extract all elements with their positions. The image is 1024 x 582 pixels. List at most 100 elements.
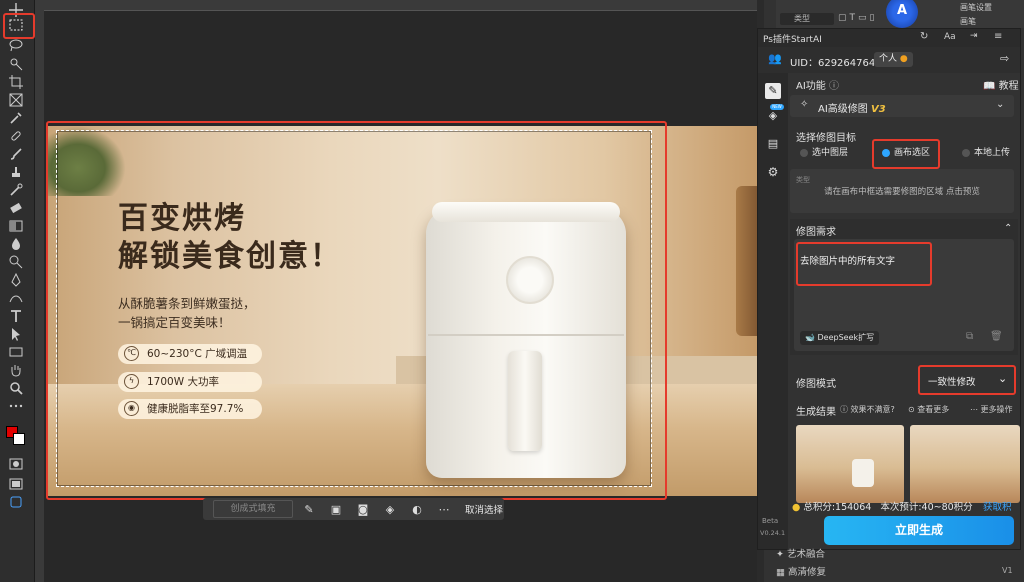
history-brush-tool-icon[interactable]	[8, 182, 26, 198]
dodge-tool-icon[interactable]	[8, 254, 26, 270]
tutorial-link[interactable]: 📖 教程	[983, 77, 1019, 92]
target-preview-area[interactable]: 类型 请在画布中框选需要修图的区域 点击预览	[790, 169, 1014, 213]
mask-icon[interactable]: ◙	[352, 503, 374, 516]
more-options-icon[interactable]: ⋯	[433, 503, 455, 516]
gradient-tool-icon[interactable]	[8, 218, 26, 234]
version-label: V0.24.1	[760, 529, 786, 537]
more-tools-icon[interactable]	[8, 398, 26, 414]
history-icon[interactable]: ⧉	[966, 331, 973, 342]
uid-label: UID：629264764	[790, 58, 876, 69]
background-color-swatch[interactable]	[13, 433, 25, 445]
plugin-title-bar: Ps插件StartAI ↻ Aa ⇥ ≡	[758, 29, 1020, 47]
clone-stamp-tool-icon[interactable]	[8, 164, 26, 180]
select-mask-icon[interactable]: ▣	[325, 503, 347, 516]
target-option-upload[interactable]: 本地上传	[960, 145, 1010, 161]
target-hint: 请在画布中框选需要修图的区域 点击预览	[824, 187, 980, 197]
generative-fill-button[interactable]: 创成式填充	[213, 500, 293, 518]
chevron-down-icon: ⌄	[996, 99, 1005, 110]
hd-repair-badge: V1	[1002, 566, 1013, 575]
menu-icon[interactable]: ≡	[994, 31, 1002, 42]
type-tool-icon[interactable]	[8, 308, 26, 324]
result-thumbnail-1[interactable]	[796, 425, 904, 503]
curvature-pen-tool-icon[interactable]	[8, 290, 26, 306]
brush-tool-icon[interactable]	[8, 146, 26, 162]
quick-mask-icon[interactable]	[8, 456, 26, 472]
path-selection-tool-icon[interactable]	[8, 326, 26, 342]
hand-tool-icon[interactable]	[8, 362, 26, 378]
top-ruler	[35, 0, 757, 11]
deepseek-expand-button[interactable]: 🐋 DeepSeek扩写	[800, 331, 880, 345]
sparkle-icon: ✧	[800, 99, 809, 110]
rectangle-tool-icon[interactable]	[8, 344, 26, 360]
layer-filter-select[interactable]: 类型	[780, 13, 834, 25]
sparkle-item-icon: ✦	[776, 549, 787, 560]
collapse-chevron-icon[interactable]: ⌃	[1004, 223, 1012, 234]
thumb-fryer	[852, 459, 874, 487]
font-size-icon[interactable]: Aa	[944, 32, 956, 42]
contextual-task-bar: 创成式填充 ✎ ▣ ◙ ◈ ◐ ⋯ 取消选择	[203, 498, 504, 520]
results-label: 生成结果	[796, 407, 836, 418]
edit-tab-icon[interactable]: ✎	[765, 83, 781, 99]
frame-tool-icon[interactable]	[8, 92, 26, 108]
brush-settings-item[interactable]: 画笔设置	[960, 2, 992, 13]
logout-icon[interactable]: ⇨	[1000, 52, 1009, 65]
screen-mode-icon[interactable]	[8, 476, 26, 492]
view-more-link[interactable]: ⊙ 查看更多	[908, 404, 949, 415]
beta-label: Beta	[762, 517, 779, 525]
mode-label: 修图模式	[796, 379, 836, 390]
healing-brush-tool-icon[interactable]	[8, 128, 26, 144]
quick-selection-tool-icon[interactable]	[8, 56, 26, 72]
eraser-tool-icon[interactable]	[8, 200, 26, 216]
view-icon: ⊙	[908, 405, 915, 414]
brush-mask-icon[interactable]: ✎	[298, 503, 320, 516]
tools-panel	[0, 0, 35, 582]
info-icon[interactable]: ⓘ	[829, 81, 839, 92]
question-icon: ⓘ	[840, 405, 848, 414]
target-highlight	[872, 139, 940, 169]
deepseek-icon: 🐋	[805, 333, 815, 342]
crop-tool-icon[interactable]	[8, 74, 26, 90]
document-tab-icon[interactable]: ▤	[765, 137, 781, 153]
invert-icon[interactable]: ◐	[406, 503, 428, 516]
blur-tool-icon[interactable]	[8, 236, 26, 252]
plugin-icon[interactable]	[8, 494, 26, 510]
ai-function-label: AI功能 ⓘ	[796, 81, 839, 92]
brush-item[interactable]: 画笔	[960, 16, 976, 27]
hd-repair-item[interactable]: ▦ 高清修复	[776, 564, 826, 582]
deselect-button[interactable]: 取消选择	[465, 502, 503, 516]
plugin-title: Ps插件StartAI	[763, 35, 822, 45]
hd-icon: ▦	[776, 567, 788, 578]
fill-icon[interactable]: ◈	[379, 503, 401, 516]
mode-highlight	[918, 365, 1016, 395]
layers-tab-icon[interactable]: ◈	[765, 109, 781, 125]
art-fusion-item[interactable]: ✦ 艺术融合	[776, 546, 825, 564]
minimize-icon[interactable]: ⇥	[970, 31, 978, 41]
target-label: 选择修图目标	[796, 133, 856, 144]
requirement-section: 修图需求 ⌃ 去除图片中的所有文字 🐋 DeepSeek扩写 ⧉ 🗑	[790, 219, 1018, 355]
unsatisfied-link[interactable]: ⓘ 效果不满意?	[840, 404, 895, 415]
pen-tool-icon[interactable]	[8, 272, 26, 288]
marquee-tool-highlight	[3, 13, 35, 39]
zoom-tool-icon[interactable]	[8, 380, 26, 396]
more-actions-link[interactable]: ⋯ 更多操作	[970, 404, 1013, 415]
coin-icon: ●	[899, 54, 908, 64]
users-icon: 👥	[768, 52, 782, 65]
user-type-badge[interactable]: 个人 ●	[874, 52, 913, 67]
points-row: ● 总积分:154064 本次预计:40~80积分	[792, 502, 973, 513]
lasso-tool-icon[interactable]	[8, 37, 26, 53]
refresh-icon[interactable]: ↻	[920, 31, 928, 42]
user-bar: 👥 UID：629264764 个人 ● ⇨	[758, 47, 1020, 73]
settings-gear-icon[interactable]: ⚙	[765, 165, 781, 181]
generate-button[interactable]: 立即生成	[824, 516, 1014, 545]
eyedropper-tool-icon[interactable]	[8, 110, 26, 126]
startai-avatar[interactable]: A	[886, 0, 918, 28]
target-option-layer[interactable]: 选中图层	[798, 145, 848, 161]
points-coin-icon: ●	[792, 502, 801, 513]
ai-mode-select[interactable]: ✧ AI高级修图 V3 ⌄	[790, 95, 1014, 117]
requirement-label: 修图需求	[796, 227, 836, 238]
requirement-highlight	[796, 242, 932, 286]
layers-panel-header: 类型 ▢T▭▯ A 画笔设置 画笔	[776, 0, 1024, 28]
new-badge: NEW	[770, 104, 784, 110]
result-thumbnail-2[interactable]	[910, 425, 1020, 503]
trash-icon[interactable]: 🗑	[990, 331, 1003, 342]
